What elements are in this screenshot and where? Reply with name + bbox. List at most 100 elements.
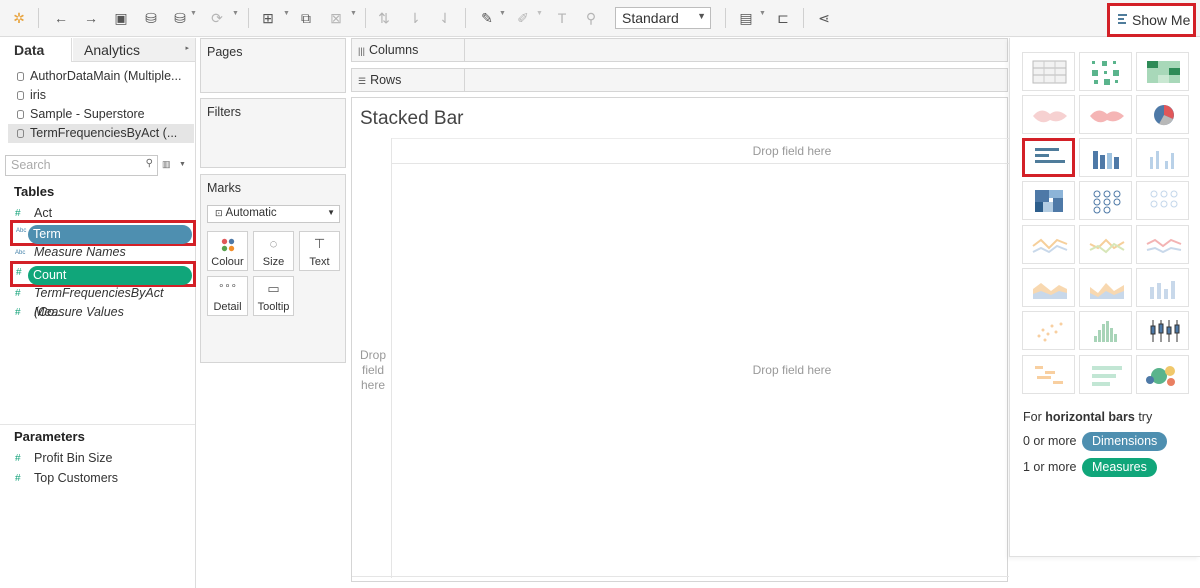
view-options-caret-icon[interactable]: ▼ <box>179 161 186 168</box>
filters-shelf[interactable]: Filters <box>200 98 346 168</box>
chart-view-caret-icon[interactable]: ▼ <box>759 10 766 17</box>
measures-pill: Measures <box>1081 458 1157 477</box>
clear-caret-icon[interactable]: ▼ <box>350 10 357 17</box>
chart-type-treemap[interactable] <box>1022 181 1075 220</box>
sort-ascending-icon[interactable]: ⇂ <box>406 9 424 27</box>
chart-type-gantt-chart[interactable] <box>1022 355 1075 394</box>
divider <box>0 424 195 425</box>
chart-type-box-and-whisker[interactable] <box>1136 311 1189 350</box>
chart-type-heat-map[interactable] <box>1079 52 1132 91</box>
drop-zone-center[interactable]: Drop field here <box>712 363 872 377</box>
text-button[interactable]: ⊤ Text <box>299 231 340 271</box>
new-worksheet-icon[interactable]: ⊞ <box>259 9 277 27</box>
chart-type-text-table[interactable] <box>1022 52 1075 91</box>
parameter-item[interactable]: # Profit Bin Size <box>8 449 194 468</box>
pin-icon[interactable]: ⚲ <box>582 9 600 27</box>
save-icon[interactable]: ▣ <box>112 9 130 27</box>
drop-zone-columns[interactable]: Drop field here <box>712 144 872 158</box>
pause-caret-icon[interactable]: ▼ <box>190 10 197 17</box>
new-worksheet-caret-icon[interactable]: ▼ <box>283 10 290 17</box>
toolbar-separator <box>38 8 39 28</box>
datasource-item[interactable]: Sample - Superstore <box>8 105 194 124</box>
forward-icon[interactable]: → <box>82 9 100 27</box>
field-measure-values[interactable]: # Measure Values <box>8 303 194 322</box>
new-datasource-icon[interactable]: ⛁ <box>142 9 160 27</box>
back-icon[interactable]: ← <box>52 9 70 27</box>
chart-type-dual-combination[interactable] <box>1136 268 1189 307</box>
field-term-pill[interactable]: Term <box>28 225 192 244</box>
filled-map-icon <box>1090 110 1124 123</box>
rows-shelf[interactable]: ☰ Rows <box>351 68 1008 92</box>
colour-button[interactable]: Colour <box>207 231 248 271</box>
datasource-item-selected[interactable]: TermFrequenciesByAct (... <box>8 124 194 143</box>
field-measure-names[interactable]: Abc Measure Names <box>8 243 194 262</box>
toolbar-separator <box>465 8 466 28</box>
packed-bubbles-icon <box>1146 366 1175 386</box>
chart-type-scatter-plot[interactable] <box>1022 311 1075 350</box>
size-button[interactable]: ◌ Size <box>253 231 294 271</box>
chart-type-filled-map[interactable] <box>1079 95 1132 134</box>
highlight-icon[interactable]: ✎ <box>478 9 496 27</box>
refresh-caret-icon[interactable]: ▼ <box>232 10 239 17</box>
annotate-icon[interactable]: ✐ <box>514 9 532 27</box>
parameter-item[interactable]: # Top Customers <box>8 469 194 488</box>
tab-data[interactable]: Data <box>0 38 72 62</box>
drop-zone-rows[interactable]: Drop field here <box>354 348 392 393</box>
pause-icon[interactable]: ⛁ <box>171 9 189 27</box>
labels-icon[interactable]: T <box>553 9 571 27</box>
datasource-item[interactable]: AuthorDataMain (Multiple... <box>8 67 194 86</box>
chart-view-icon[interactable]: ▤ <box>737 9 755 27</box>
chart-type-bullet-graph[interactable] <box>1079 355 1132 394</box>
search-input[interactable]: Search ⚲ <box>5 155 158 176</box>
database-icon <box>17 91 24 100</box>
chart-type-symbol-map[interactable] <box>1022 95 1075 134</box>
chart-type-side-by-side-bars[interactable] <box>1136 138 1189 177</box>
pane-menu-icon[interactable]: ▸ <box>185 44 189 52</box>
swap-icon[interactable]: ⇅ <box>375 9 393 27</box>
chart-type-area-continuous[interactable] <box>1022 268 1075 307</box>
datasource-item[interactable]: iris <box>8 86 194 105</box>
view-options-icon[interactable]: ▥ <box>162 159 171 170</box>
divider <box>391 163 1009 164</box>
chart-type-highlight-table[interactable] <box>1136 52 1189 91</box>
refresh-icon[interactable]: ⟳ <box>208 9 226 27</box>
pages-shelf[interactable]: Pages <box>200 38 346 93</box>
chart-type-circle-view[interactable] <box>1079 181 1132 220</box>
presentation-icon[interactable]: ⊏ <box>774 9 792 27</box>
tableau-logo-icon[interactable]: ✲ <box>10 9 28 27</box>
show-me-button[interactable]: Show Me <box>1107 3 1196 37</box>
clear-icon[interactable]: ⊠ <box>327 9 345 27</box>
chart-type-packed-bubbles[interactable] <box>1136 355 1189 394</box>
annotate-caret-icon[interactable]: ▼ <box>536 10 543 17</box>
view-canvas[interactable]: Stacked Bar Drop field here Drop field h… <box>351 97 1009 582</box>
chart-type-pie-chart[interactable] <box>1136 95 1189 134</box>
columns-shelf[interactable]: ||| Columns <box>351 38 1008 62</box>
chart-type-histogram[interactable] <box>1079 311 1132 350</box>
mark-type-select[interactable]: ⊡ Automatic ▼ <box>207 205 340 223</box>
detail-button[interactable]: ∘∘∘ Detail <box>207 276 248 316</box>
chart-type-horizontal-bars[interactable] <box>1022 138 1075 177</box>
field-term-frequencies[interactable]: # TermFrequenciesByAct (Co... <box>8 284 194 319</box>
tab-analytics[interactable]: Analytics ▸ <box>73 38 195 61</box>
highlight-caret-icon[interactable]: ▼ <box>499 10 506 17</box>
duplicate-icon[interactable]: ⧉ <box>297 9 315 27</box>
chart-type-side-by-side-circles[interactable] <box>1136 181 1189 220</box>
field-count-pill[interactable]: Count <box>28 266 192 285</box>
share-icon[interactable]: ⋖ <box>815 9 833 27</box>
database-icon <box>17 72 24 81</box>
stacked-bars-icon <box>1093 151 1119 169</box>
size-label: Size <box>262 256 285 268</box>
chart-type-stacked-bars[interactable] <box>1079 138 1132 177</box>
dual-lines-icon <box>1146 238 1182 254</box>
chart-type-lines-discrete[interactable] <box>1079 225 1132 264</box>
fit-select[interactable]: Standard ▼ <box>615 7 711 29</box>
sheet-title[interactable]: Stacked Bar <box>360 108 464 130</box>
chart-type-area-discrete[interactable] <box>1079 268 1132 307</box>
chart-type-lines-continuous[interactable] <box>1022 225 1075 264</box>
tooltip-button[interactable]: ▭ Tooltip <box>253 276 294 316</box>
dimension-type-icon: Abc <box>16 228 27 234</box>
sort-descending-icon[interactable]: ⇃ <box>436 9 454 27</box>
chart-type-dual-lines[interactable] <box>1136 225 1189 264</box>
dimensions-pill: Dimensions <box>1081 432 1168 451</box>
divider <box>352 576 1009 577</box>
